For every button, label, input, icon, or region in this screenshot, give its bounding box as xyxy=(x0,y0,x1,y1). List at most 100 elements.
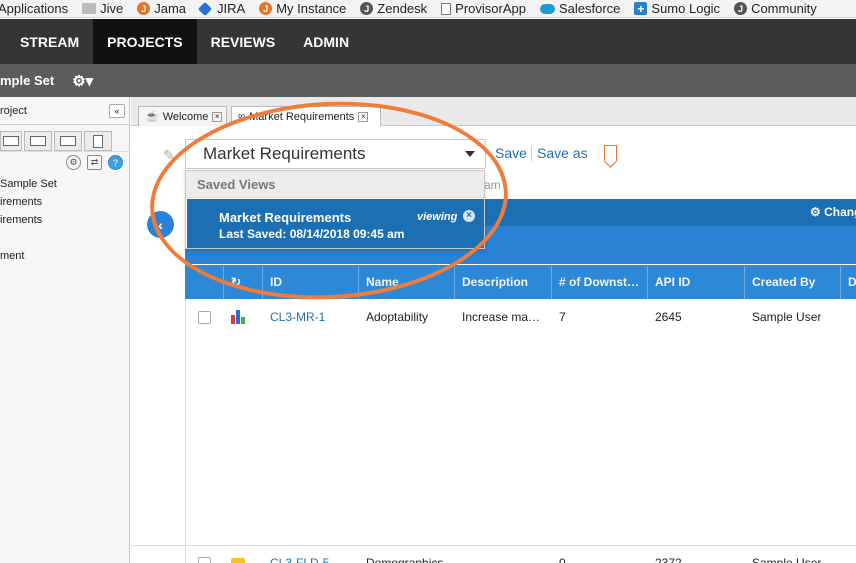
left-panel-tools: ⚙ ⇄ ? xyxy=(0,151,129,173)
row-checkbox[interactable] xyxy=(198,310,211,324)
back-button[interactable]: ‹ xyxy=(147,211,174,238)
coffee-cup-icon: ☕ xyxy=(145,111,159,123)
pencil-icon[interactable]: ✎ xyxy=(163,147,179,163)
save-as-link[interactable]: Save as xyxy=(537,145,588,161)
clipboard-icon xyxy=(93,134,103,148)
toolbar-bar xyxy=(485,199,856,226)
bookmark-zendesk[interactable]: J Zendesk xyxy=(360,1,427,16)
project-title[interactable]: mple Set xyxy=(0,73,54,88)
binoculars-icon: ∞ xyxy=(238,111,246,122)
nav-admin[interactable]: ADMIN xyxy=(289,19,363,64)
row-name-cell: Demographics xyxy=(366,556,444,563)
table-header: ↻ ID Name Description # of Downst… API I… xyxy=(185,265,856,299)
tree-item[interactable]: Sample Set xyxy=(0,175,129,193)
top-nav: STREAM PROJECTS REVIEWS ADMIN xyxy=(0,19,856,64)
tab-market-requirements[interactable]: ∞ Market Requirements × xyxy=(231,106,381,126)
settings-icon[interactable]: ⚙ xyxy=(66,155,81,170)
project-tree: Sample Set irements irements ment xyxy=(0,173,129,265)
tab-explorer[interactable] xyxy=(0,131,22,151)
tab-clipboard[interactable] xyxy=(84,131,112,151)
changes-button[interactable]: ⚙ Chang xyxy=(810,205,856,219)
row-created-by-cell: Sample User xyxy=(752,556,822,563)
column-header-select[interactable] xyxy=(185,265,224,299)
row-api-id-cell: 2372 xyxy=(655,556,682,563)
viewing-badge: viewing xyxy=(417,211,458,223)
partial-text: am xyxy=(484,178,501,192)
bookmark-my-instance[interactable]: J My Instance xyxy=(259,1,346,16)
view-selector[interactable]: Market Requirements xyxy=(185,139,486,169)
plus-icon: + xyxy=(634,2,648,16)
item-id-link[interactable]: CL3-MR-1 xyxy=(270,310,325,324)
close-icon[interactable]: × xyxy=(463,210,475,222)
bookmark-jama[interactable]: J Jama xyxy=(137,1,186,16)
gear-icon[interactable]: ⚙▾ xyxy=(72,72,93,90)
tab-welcome[interactable]: ☕ Welcome × xyxy=(138,106,227,126)
close-icon[interactable]: × xyxy=(358,111,369,122)
table-row[interactable]: CL3-FLD-5 Demographics 0 2372 Sample Use… xyxy=(185,545,856,563)
bookmark-jira[interactable]: JIRA xyxy=(197,1,245,16)
saved-view-timestamp: Last Saved: 08/14/2018 09:45 am xyxy=(219,227,405,241)
help-icon[interactable]: ? xyxy=(108,155,123,170)
item-id-link[interactable]: CL3-FLD-5 xyxy=(270,556,329,563)
row-downstream-cell: 7 xyxy=(559,310,566,324)
nav-stream[interactable]: STREAM xyxy=(0,19,93,64)
saved-view-title: Market Requirements xyxy=(219,210,352,225)
saved-views-header: Saved Views xyxy=(186,171,484,198)
bookmark-sumo-logic[interactable]: + Sumo Logic xyxy=(634,1,720,16)
row-select-cell xyxy=(191,299,221,335)
refresh-icon: ↻ xyxy=(231,275,242,289)
nav-reviews[interactable]: REVIEWS xyxy=(197,19,290,64)
column-header-api-id[interactable]: API ID xyxy=(648,265,745,299)
left-panel-tabs xyxy=(0,125,129,151)
chevron-down-icon xyxy=(465,151,475,157)
row-checkbox[interactable] xyxy=(198,556,211,563)
jira-icon xyxy=(197,1,213,16)
gear-icon: ⚙ xyxy=(810,205,821,219)
tree-item[interactable]: irements xyxy=(0,193,129,211)
tree-item[interactable]: ment xyxy=(0,247,129,265)
column-header-created-by[interactable]: Created By xyxy=(745,265,841,299)
row-description-cell xyxy=(455,545,545,563)
table-row[interactable]: CL3-MR-1 Adoptability Increase ma… 7 264… xyxy=(185,299,856,335)
bookmark-community[interactable]: J Community xyxy=(734,1,817,16)
column-header-name[interactable]: Name xyxy=(359,265,455,299)
tab-window[interactable] xyxy=(54,131,82,151)
folder-icon xyxy=(231,558,245,563)
refresh-icon[interactable]: ⇄ xyxy=(87,155,102,170)
table-body xyxy=(185,299,856,563)
zendesk-icon: J xyxy=(360,2,374,15)
saved-views-dropdown: Saved Views Market Requirements Last Sav… xyxy=(185,170,485,249)
tree-item[interactable] xyxy=(0,229,129,247)
window-icon xyxy=(60,136,76,146)
row-type-cell xyxy=(224,545,263,563)
bookmark-icon[interactable] xyxy=(604,145,617,161)
column-header-type[interactable]: ↻ xyxy=(224,265,263,299)
left-panel: roject « ⚙ ⇄ ? Sample Set irements ireme… xyxy=(0,97,130,563)
column-header-id[interactable]: ID xyxy=(263,265,359,299)
document-icon xyxy=(441,2,452,15)
column-header-description[interactable]: Description xyxy=(455,265,552,299)
column-header-date[interactable]: D xyxy=(841,265,856,299)
jama-icon: J xyxy=(259,2,273,15)
bookmark-provisorapp[interactable]: ProvisorApp xyxy=(441,1,526,16)
row-api-id-cell: 2645 xyxy=(655,310,682,324)
close-icon[interactable]: × xyxy=(212,111,222,122)
saved-view-item[interactable]: Market Requirements Last Saved: 08/14/20… xyxy=(187,199,484,248)
document-tab-bar: ☕ Welcome × ∞ Market Requirements × xyxy=(131,97,856,126)
nav-projects[interactable]: PROJECTS xyxy=(93,19,197,64)
list-icon xyxy=(3,136,19,146)
column-header-downstream[interactable]: # of Downst… xyxy=(552,265,648,299)
bookmarks-bar: Applications Jive J Jama JIRA J My Instanc… xyxy=(0,0,856,18)
bookmark-jive[interactable]: Jive xyxy=(82,1,123,16)
bookmark-salesforce[interactable]: Salesforce xyxy=(539,1,620,16)
calendar-icon xyxy=(30,136,46,146)
bookmark-applications[interactable]: Applications xyxy=(0,1,68,16)
row-description-cell: Increase ma… xyxy=(462,310,541,324)
collapse-panel-button[interactable]: « xyxy=(109,103,125,118)
row-type-cell xyxy=(224,299,263,335)
tab-calendar[interactable] xyxy=(24,131,52,151)
tree-item[interactable]: irements xyxy=(0,211,129,229)
save-link[interactable]: Save xyxy=(495,145,527,161)
jama-icon: J xyxy=(137,2,151,15)
row-id-cell: CL3-FLD-5 xyxy=(263,545,359,563)
